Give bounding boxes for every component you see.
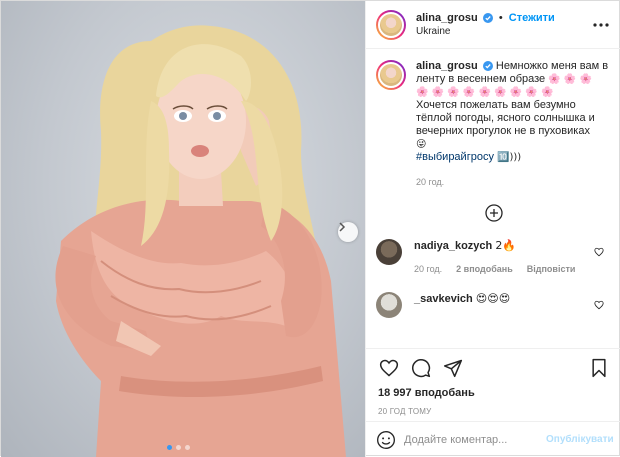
share-button[interactable]: [442, 357, 464, 379]
verified-badge-icon: [482, 61, 493, 71]
save-button[interactable]: [588, 357, 610, 379]
chevron-right-icon: [339, 222, 346, 232]
carousel-dot: [176, 445, 181, 450]
more-options-button[interactable]: [593, 17, 609, 33]
post-header: alina_grosu • Стежити Ukraine: [366, 1, 620, 49]
like-button[interactable]: [378, 357, 400, 379]
post-location[interactable]: Ukraine: [416, 25, 555, 38]
comment-input[interactable]: [404, 433, 546, 446]
comment-item: _savkevich 😍😍😍: [376, 292, 612, 318]
post-photo[interactable]: [1, 1, 365, 457]
caption-emoji-row2: 🌸 🌸 🌸 🌸 🌸 🌸 🌸 🌸 🌸: [416, 87, 554, 98]
plus-circle-icon: [485, 204, 503, 222]
caption-hashtag-suffix: 🔟))): [497, 152, 522, 163]
caption-emoji-row1: 🌸 🌸 🌸: [548, 74, 592, 85]
caption-time[interactable]: 20 год.: [416, 176, 612, 189]
add-comment-bar: Опублікувати: [366, 421, 620, 457]
heart-icon: [379, 359, 399, 377]
commenter-username[interactable]: nadiya_kozych: [414, 240, 492, 252]
action-bar: [378, 349, 610, 387]
heart-icon[interactable]: [594, 247, 604, 257]
post-timestamp[interactable]: 20 ГОД ТОМУ: [378, 407, 610, 416]
commenter-avatar[interactable]: [376, 239, 402, 265]
bookmark-icon: [592, 358, 606, 378]
caption-text-line2: Хочется пожелать вам безумно тёплой пого…: [416, 99, 595, 137]
comment-bubble-icon: [412, 359, 431, 378]
caption-avatar[interactable]: [376, 60, 406, 90]
comment-item: nadiya_kozych 2🔥 20 год. 2 вподобань Від…: [376, 239, 612, 276]
likes-count[interactable]: 18 997 вподобань: [378, 387, 610, 399]
comments-list[interactable]: alina_grosu Немножко меня вам в ленту в …: [366, 50, 620, 348]
paper-plane-icon: [443, 359, 463, 378]
reply-button[interactable]: Відповісти: [527, 263, 576, 276]
publish-button[interactable]: Опублікувати: [546, 434, 614, 445]
woman-portrait-illustration: [55, 25, 346, 457]
carousel-dot: [185, 445, 190, 450]
comment-likes[interactable]: 2 вподобань: [456, 263, 513, 276]
next-slide-button[interactable]: [338, 222, 358, 242]
commenter-avatar[interactable]: [376, 292, 402, 318]
comment-button[interactable]: [410, 357, 432, 379]
comment-text: 2🔥: [495, 239, 517, 252]
post-sidebar: alina_grosu • Стежити Ukraine alina_gros…: [365, 1, 620, 457]
caption-emoji-smile: 😜: [416, 139, 427, 150]
carousel-dot-active: [167, 445, 172, 450]
author-avatar[interactable]: [376, 9, 406, 40]
post-actions-area: 18 997 вподобань 20 ГОД ТОМУ: [366, 348, 620, 416]
load-more-comments-button[interactable]: [484, 203, 504, 223]
follow-button[interactable]: Стежити: [509, 12, 555, 24]
caption-username[interactable]: alina_grosu: [416, 60, 478, 72]
verified-badge-icon: [482, 12, 493, 23]
instagram-post: alina_grosu • Стежити Ukraine alina_gros…: [0, 0, 620, 457]
emoji-picker-button[interactable]: [376, 429, 396, 451]
caption: alina_grosu Немножко меня вам в ленту в …: [376, 60, 612, 189]
comment-text: 😍😍😍: [475, 292, 511, 305]
commenter-username[interactable]: _savkevich: [414, 293, 473, 305]
caption-hashtag[interactable]: #выбирайгросу: [416, 151, 494, 163]
author-username[interactable]: alina_grosu: [416, 12, 478, 24]
more-options-icon: [593, 23, 609, 27]
comment-time[interactable]: 20 год.: [414, 263, 442, 276]
carousel-indicator: [167, 445, 190, 450]
smiley-icon: [377, 430, 395, 449]
header-separator: •: [498, 11, 503, 24]
heart-icon[interactable]: [594, 300, 604, 310]
